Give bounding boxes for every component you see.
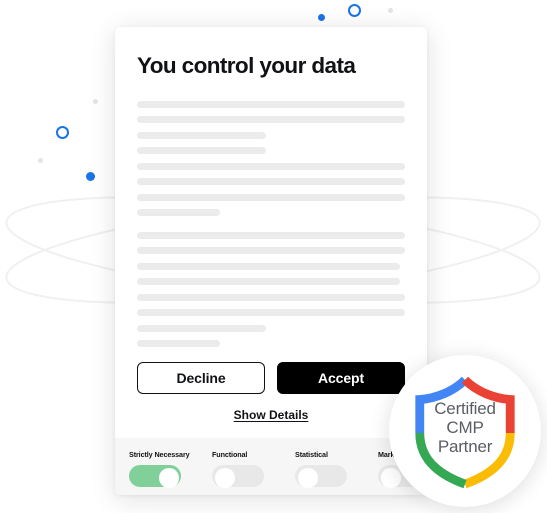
- toggle-knob: [158, 467, 179, 488]
- page-title: You control your data: [137, 53, 356, 78]
- shield-graphic: Certified CMP Partner: [406, 372, 524, 490]
- gray-dot-top: [388, 8, 393, 13]
- toggle-label: Statistical: [295, 449, 328, 459]
- placeholder-line: [137, 100, 405, 108]
- consent-card: You control your data Decline Accept Sho…: [115, 27, 427, 495]
- placeholder-text-lines: [137, 100, 405, 356]
- blue-ring-top: [348, 4, 361, 17]
- placeholder-line: [137, 293, 405, 301]
- badge-line-1: Certified: [434, 399, 496, 418]
- blue-ring-left: [56, 126, 69, 139]
- placeholder-line: [137, 131, 266, 139]
- placeholder-line: [137, 193, 405, 201]
- toggle-knob: [297, 467, 318, 488]
- blue-dot-top: [318, 14, 325, 21]
- toggle-cell-strictly-necessary: Strictly Necessary: [129, 449, 195, 488]
- toggle-label: Strictly Necessary: [129, 449, 190, 459]
- action-button-row: Decline Accept: [115, 361, 427, 394]
- toggle-switch-functional[interactable]: [212, 465, 264, 488]
- toggle-cell-statistical: Statistical: [295, 449, 361, 488]
- show-details-link[interactable]: Show Details: [115, 408, 427, 422]
- placeholder-line: [137, 340, 221, 348]
- certified-cmp-partner-badge: Certified CMP Partner: [389, 355, 541, 507]
- consent-banner-illustration: You control your data Decline Accept Sho…: [0, 0, 547, 513]
- badge-text: Certified CMP Partner: [406, 399, 524, 457]
- placeholder-line: [137, 309, 405, 317]
- placeholder-line: [137, 209, 221, 217]
- toggle-switch-statistical[interactable]: [295, 465, 347, 488]
- placeholder-line: [137, 116, 405, 124]
- placeholder-line: [137, 147, 266, 155]
- accept-button[interactable]: Accept: [277, 361, 405, 394]
- card-body: You control your data: [115, 27, 427, 356]
- placeholder-line: [137, 278, 400, 286]
- toggle-label: Functional: [212, 449, 248, 459]
- blue-dot-left: [86, 172, 95, 181]
- placeholder-line: [137, 324, 266, 332]
- consent-category-toggles: Strictly NecessaryFunctionalStatisticalM…: [115, 437, 427, 495]
- badge-line-2: CMP: [446, 418, 484, 438]
- badge-line-3: Partner: [437, 437, 493, 457]
- placeholder-line: [137, 231, 405, 239]
- placeholder-line: [137, 262, 400, 270]
- gray-dot-left: [38, 158, 43, 163]
- gray-dot-upper-left: [93, 99, 98, 104]
- decline-button[interactable]: Decline: [137, 361, 265, 394]
- placeholder-line: [137, 247, 405, 255]
- toggle-knob: [214, 467, 235, 488]
- toggle-cell-functional: Functional: [212, 449, 278, 488]
- toggle-switch-strictly-necessary[interactable]: [129, 465, 181, 488]
- placeholder-line: [137, 162, 405, 170]
- placeholder-line: [137, 178, 405, 186]
- toggle-knob: [380, 467, 401, 488]
- placeholder-paragraph-gap: [137, 225, 405, 232]
